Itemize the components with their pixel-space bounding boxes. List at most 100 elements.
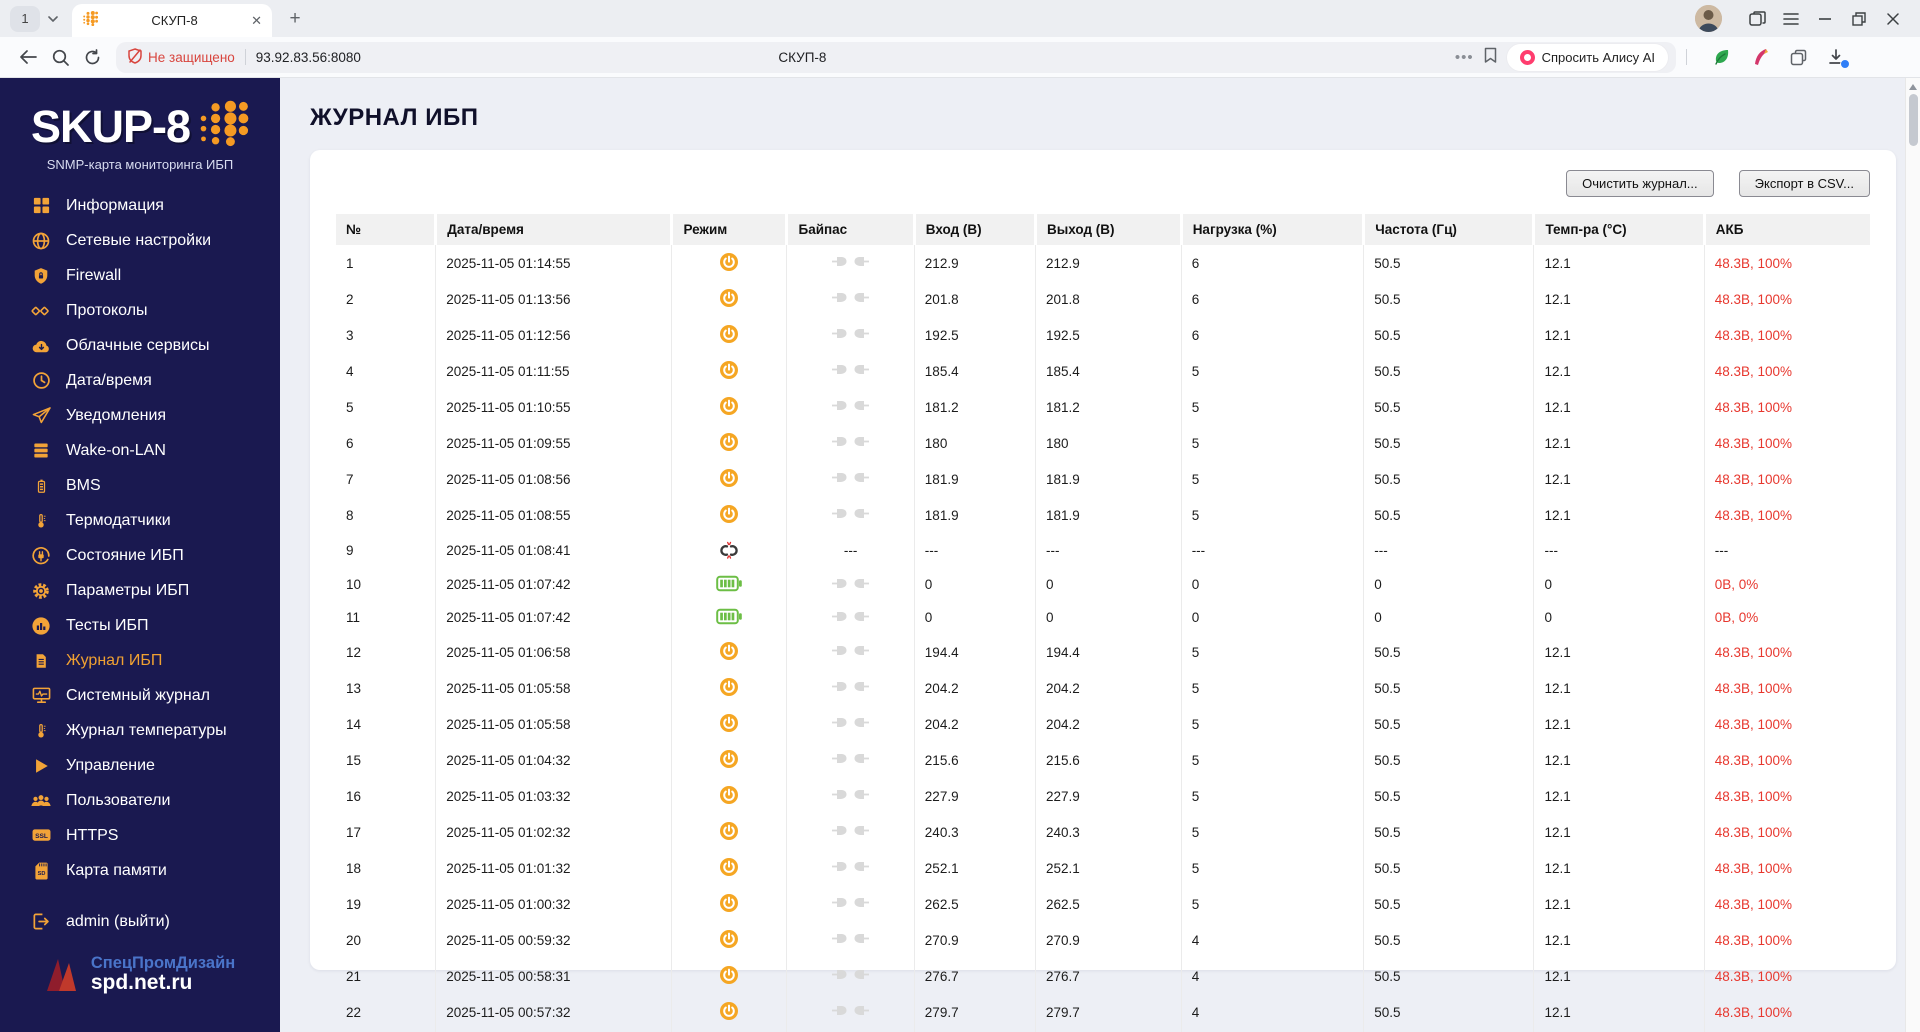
close-icon[interactable]	[1876, 4, 1910, 34]
plug-bypass-icon	[832, 365, 870, 380]
plug-bypass-icon	[832, 754, 870, 769]
sidebar-item-info[interactable]: Информация	[0, 188, 280, 223]
cell-battery: 48.3В, 100%	[1714, 1004, 1793, 1020]
cell-temperature: 12.1	[1533, 461, 1705, 497]
cell-bypass	[786, 670, 915, 706]
browser-tab[interactable]: СКУП-8 ✕	[72, 4, 272, 37]
export-csv-button[interactable]: Экспорт в CSV...	[1738, 170, 1870, 197]
sidebar-item-label: Термодатчики	[66, 511, 171, 529]
tab-close-icon[interactable]: ✕	[251, 13, 262, 29]
scrollbar-thumb[interactable]	[1908, 94, 1918, 146]
cell-load: 6	[1181, 281, 1365, 317]
cell-load: 5	[1181, 497, 1365, 533]
cell-mode	[671, 533, 788, 568]
clear-journal-button[interactable]: Очистить журнал...	[1566, 170, 1714, 197]
sidebar-item-bms[interactable]: BMS	[0, 468, 280, 503]
cell-load: 4	[1181, 922, 1365, 958]
sidebar-item-protocols[interactable]: Протоколы	[0, 293, 280, 328]
toolbar: Не защищено 93.92.83.56:8080 СКУП-8 ••• …	[0, 37, 1920, 78]
restore-icon[interactable]	[1842, 4, 1876, 34]
cell-bypass	[786, 634, 915, 670]
sidebar-item-thermo-sensors[interactable]: Термодатчики	[0, 503, 280, 538]
chevron-down-icon[interactable]	[42, 6, 64, 32]
cell-input: 252.1	[914, 850, 1036, 886]
back-icon[interactable]	[12, 42, 44, 72]
more-dots-icon[interactable]: •••	[1455, 49, 1474, 66]
main-content: ЖУРНАЛ ИБП Очистить журнал... Экспорт в …	[280, 78, 1920, 1032]
sidebar-item-label: Журнал ИБП	[66, 651, 163, 669]
cell-load: 5	[1181, 778, 1365, 814]
cell-battery: 48.3В, 100%	[1714, 435, 1793, 451]
cell-number: 21	[336, 958, 437, 994]
download-icon[interactable]	[1821, 43, 1851, 71]
send-icon	[30, 406, 52, 426]
new-tab-button[interactable]: +	[280, 4, 310, 34]
sidebar-item-notifications[interactable]: Уведомления	[0, 398, 280, 433]
avatar[interactable]	[1695, 5, 1722, 32]
sidebar-item-memory-card[interactable]: SD Карта памяти	[0, 853, 280, 888]
cell-datetime: 2025-11-05 01:08:41	[435, 533, 673, 568]
sidebar-item-label: Пользователи	[66, 791, 171, 809]
sidebar-item-temp-journal[interactable]: Журнал температуры	[0, 713, 280, 748]
svg-text:SD: SD	[37, 871, 45, 877]
ask-alice-button[interactable]: Спросить Алису AI	[1506, 43, 1668, 71]
sidebar-item-https[interactable]: SSL HTTPS	[0, 818, 280, 853]
power-mode-icon	[719, 677, 739, 700]
minimize-icon[interactable]	[1808, 4, 1842, 34]
sidebar-item-network[interactable]: Сетевые настройки	[0, 223, 280, 258]
cell-temperature: 12.1	[1533, 317, 1705, 353]
page-scrollbar[interactable]	[1905, 78, 1920, 1032]
cell-output: 194.4	[1035, 634, 1182, 670]
extension-3-icon[interactable]	[1783, 43, 1813, 71]
panels-icon[interactable]	[1740, 4, 1774, 34]
sidebar-item-wol[interactable]: Wake-on-LAN	[0, 433, 280, 468]
sidebar-item-ups-journal[interactable]: Журнал ИБП	[0, 643, 280, 678]
reload-icon[interactable]	[76, 42, 108, 72]
cell-input: 204.2	[914, 706, 1036, 742]
extension-2-icon[interactable]	[1745, 43, 1775, 71]
sidebar-item-ups-tests[interactable]: Тесты ИБП	[0, 608, 280, 643]
browser-chrome: 1 СКУП-8 ✕ + Не защищено 93.92.83.56:808…	[0, 0, 1920, 78]
vendor-logo[interactable]: СпецПромДизайн spd.net.ru	[0, 951, 280, 1032]
sidebar-item-system-journal[interactable]: Системный журнал	[0, 678, 280, 713]
search-icon[interactable]	[44, 42, 76, 72]
cell-temperature: 12.1	[1533, 706, 1705, 742]
menu-icon[interactable]	[1774, 4, 1808, 34]
users-icon	[30, 791, 52, 811]
cell-number: 8	[336, 497, 437, 533]
sidebar-item-ups-state[interactable]: Состояние ИБП	[0, 538, 280, 573]
cell-load: 5	[1181, 353, 1365, 389]
sidebar-item-datetime[interactable]: Дата/время	[0, 363, 280, 398]
tab-group-button[interactable]: 1	[10, 5, 40, 32]
sidebar-item-users[interactable]: Пользователи	[0, 783, 280, 818]
plug-bypass-icon	[832, 862, 870, 877]
power-mode-icon	[719, 1001, 739, 1024]
sidebar-item-logout[interactable]: admin (выйти)	[0, 904, 280, 939]
cell-battery: 0В, 0%	[1714, 610, 1759, 625]
ssl-icon: SSL	[30, 826, 52, 846]
sidebar-item-cloud[interactable]: Облачные сервисы	[0, 328, 280, 363]
journal-card: Очистить журнал... Экспорт в CSV... № Дат…	[310, 150, 1896, 1032]
download-badge	[1840, 59, 1850, 69]
plug-bypass-icon	[832, 257, 870, 272]
address-bar[interactable]: Не защищено 93.92.83.56:8080 СКУП-8 ••• …	[116, 41, 1676, 73]
sidebar-item-label: Дата/время	[66, 371, 152, 389]
link-icon	[30, 301, 52, 321]
sidebar-item-control[interactable]: Управление	[0, 748, 280, 783]
extension-1-icon[interactable]	[1707, 43, 1737, 71]
cell-number: 15	[336, 742, 437, 778]
cell-output: 279.7	[1035, 994, 1182, 1030]
app-logo: SKUP-8	[0, 98, 280, 155]
table-row: 11 2025-11-05 01:07:42 0 0 0 0 0 0В, 0%	[336, 601, 1870, 634]
security-chip[interactable]: Не защищено	[128, 47, 235, 67]
power-mode-icon	[719, 929, 739, 952]
cell-load: 4	[1181, 958, 1365, 994]
sidebar-item-firewall[interactable]: Firewall	[0, 258, 280, 293]
sidebar-item-ups-params[interactable]: Параметры ИБП	[0, 573, 280, 608]
scrollbar-up-arrow-icon[interactable]	[1909, 84, 1917, 90]
bookmark-icon[interactable]	[1484, 47, 1497, 68]
cell-load: 5	[1181, 814, 1365, 850]
cell-battery: 48.3В, 100%	[1714, 788, 1793, 804]
cell-temperature: 12.1	[1533, 670, 1705, 706]
plug-bypass-icon	[832, 473, 870, 488]
